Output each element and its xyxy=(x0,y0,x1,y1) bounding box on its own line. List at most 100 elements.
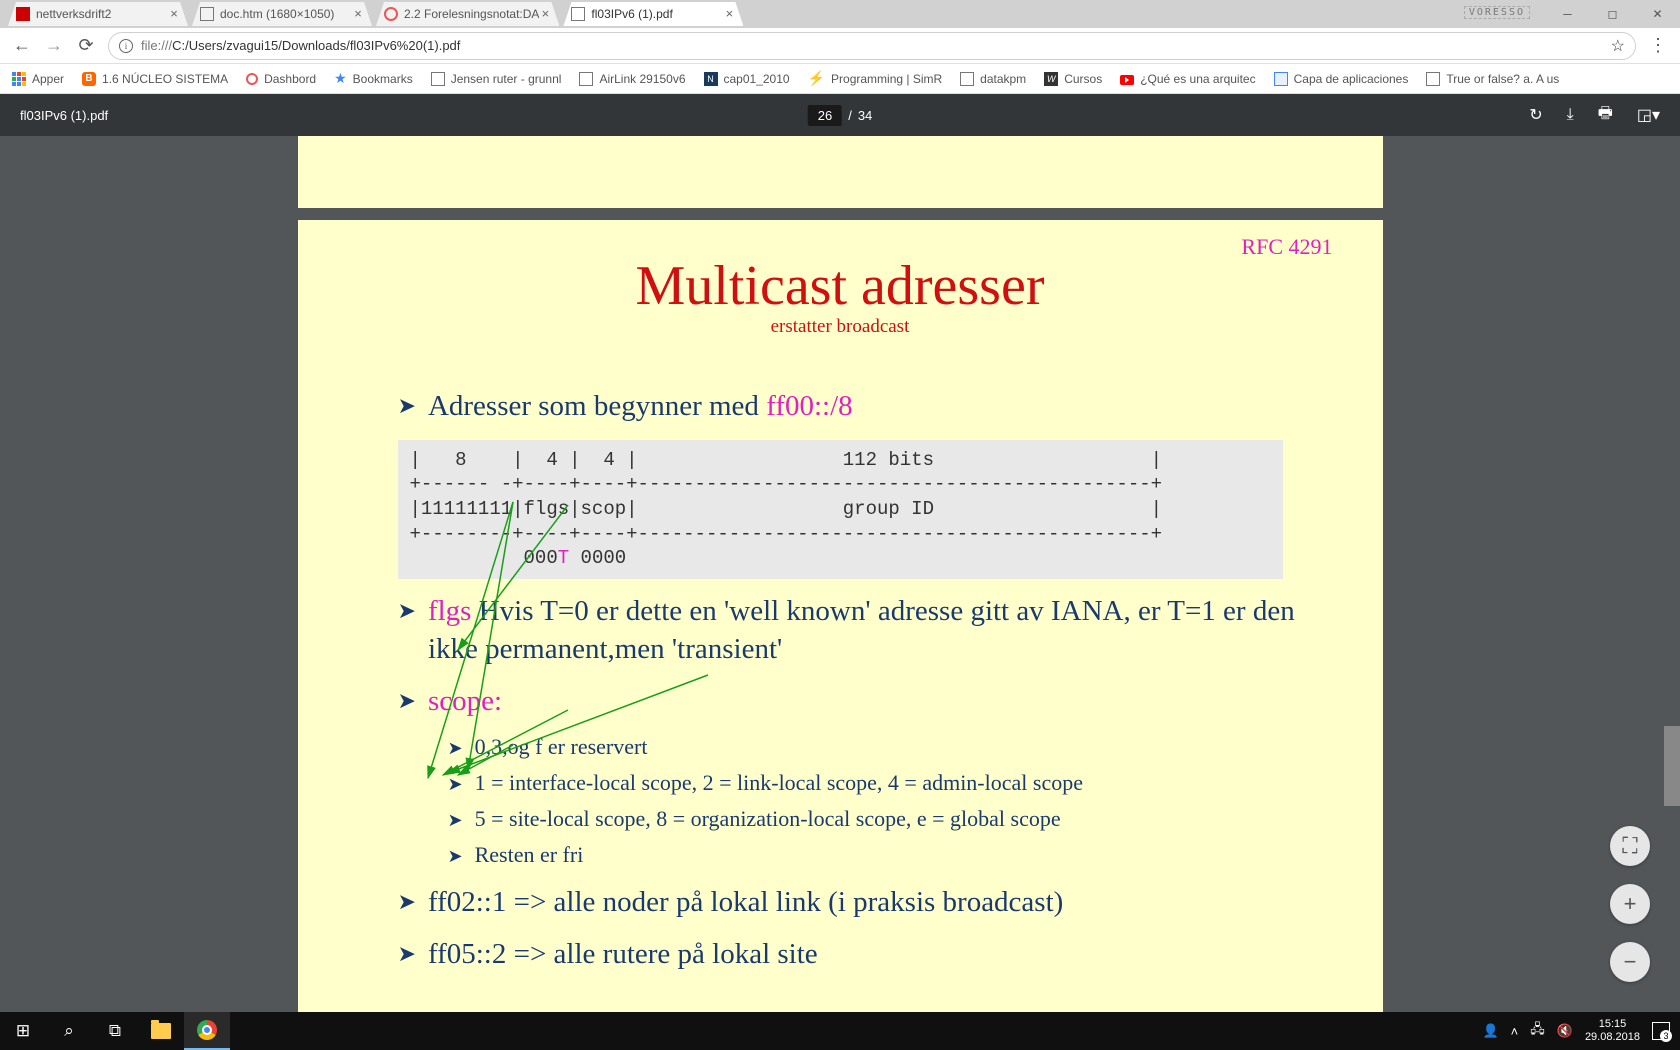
bookmark-item[interactable]: Dashbord xyxy=(246,72,316,86)
tray-chevron-icon[interactable]: ˄ xyxy=(1511,1024,1519,1039)
tab-favicon xyxy=(384,7,398,21)
tab-doc[interactable]: doc.htm (1680×1050) × xyxy=(192,2,372,26)
bullet-sub: ➤1 = interface-local scope, 2 = link-loc… xyxy=(448,770,1343,798)
previous-slide-edge xyxy=(298,136,1383,208)
pdf-content-area[interactable]: RFC 4291 Multicast adresser erstatter br… xyxy=(0,136,1680,1012)
close-icon[interactable]: × xyxy=(352,8,364,20)
scrollbar-thumb[interactable] xyxy=(1664,726,1680,806)
tab-nettverksdrift[interactable]: nettverksdrift2 × xyxy=(8,2,188,26)
w-icon: W xyxy=(1044,72,1058,86)
rfc-label: RFC 4291 xyxy=(1241,234,1332,260)
bullet-main: ➤ Adresser som begynner med ff00::/8 xyxy=(398,388,1343,426)
bookmark-item[interactable]: True or false? a. A us xyxy=(1426,72,1559,86)
close-window-button[interactable]: ✕ xyxy=(1635,0,1680,28)
close-icon[interactable]: × xyxy=(539,8,551,20)
print-icon[interactable]: 🖶 xyxy=(1598,102,1613,129)
apps-button[interactable]: Apper xyxy=(12,72,64,86)
doc-icon xyxy=(1426,72,1440,86)
notification-badge: 3 xyxy=(1660,1030,1672,1042)
chrome-taskbar-button[interactable] xyxy=(184,1012,230,1050)
bullet-arrow-icon: ➤ xyxy=(448,734,463,762)
zoom-in-button[interactable]: + xyxy=(1610,884,1650,924)
bookmark-item[interactable]: ¿Qué es una arquitec xyxy=(1120,72,1255,86)
tab-favicon xyxy=(16,7,30,21)
bookmark-item[interactable]: Jensen ruter - grunnl xyxy=(431,72,562,86)
tab-title: nettverksdrift2 xyxy=(36,7,168,21)
bullet-sub: ➤0,3,og f er reservert xyxy=(448,734,1343,762)
start-button[interactable]: ⊞ xyxy=(0,1012,46,1050)
tab-title: 2.2 Forelesningsnotat:DA xyxy=(404,7,539,21)
blogger-icon: B xyxy=(82,72,96,86)
download-icon[interactable]: ⤓ xyxy=(1567,106,1574,124)
address-bar[interactable]: i file:///C:/Users/zvagui15/Downloads/fl… xyxy=(108,32,1636,60)
youtube-icon xyxy=(1120,75,1134,85)
bullet-arrow-icon: ➤ xyxy=(398,936,416,972)
bullet-arrow-icon: ➤ xyxy=(448,806,463,834)
bookmark-item[interactable]: WCursos xyxy=(1044,72,1102,86)
bullet-main: ➤ ff02::1 => alle noder på lokal link (i… xyxy=(398,884,1343,922)
notifications-button[interactable]: 3 xyxy=(1652,1022,1670,1040)
info-icon[interactable]: i xyxy=(119,39,133,53)
bullet-main: ➤ scope: xyxy=(398,683,1343,721)
doc-icon xyxy=(579,72,593,86)
reload-button[interactable]: ⟳ xyxy=(76,35,96,56)
people-icon[interactable]: 👤 xyxy=(1482,1023,1498,1039)
bullet-arrow-icon: ➤ xyxy=(448,770,463,798)
file-explorer-button[interactable] xyxy=(138,1012,184,1050)
windows-taskbar: ⊞ ⌕ ⧉ 👤 ˄ 🖧 🔇 15:15 29.08.2018 3 xyxy=(0,1012,1680,1050)
volume-icon[interactable]: 🔇 xyxy=(1557,1023,1573,1039)
search-button[interactable]: ⌕ xyxy=(46,1012,92,1050)
bullet-main: ➤ flgs Hvis T=0 er dette en 'well known'… xyxy=(398,593,1343,668)
rotate-icon[interactable]: ↻ xyxy=(1529,105,1542,125)
doc-icon xyxy=(960,72,974,86)
dashbord-icon xyxy=(246,73,258,85)
bookmark-item[interactable]: Capa de aplicaciones xyxy=(1274,72,1409,86)
pdf-tools: ↻ ⤓ 🖶 ◲▾ xyxy=(1529,102,1660,129)
back-button[interactable]: ← xyxy=(12,35,32,56)
bullet-arrow-icon: ➤ xyxy=(398,593,416,629)
minimize-button[interactable]: ─ xyxy=(1545,0,1590,28)
ascii-diagram: | 8 | 4 | 4 | 112 bits | +------ -+----+… xyxy=(398,440,1283,579)
bookmarks-bar: Apper B1.6 NÚCLEO SISTEMA Dashbord ★Book… xyxy=(0,64,1680,94)
task-view-button[interactable]: ⧉ xyxy=(92,1012,138,1050)
tab-title: fl03IPv6 (1).pdf xyxy=(591,7,723,21)
close-icon[interactable]: × xyxy=(723,8,735,20)
chrome-menu-icon[interactable]: ⋮ xyxy=(1648,35,1668,56)
bullet-main: ➤ ff05::2 => alle rutere på lokal site xyxy=(398,936,1343,974)
bullet-sub: ➤5 = site-local scope, 8 = organization-… xyxy=(448,806,1343,834)
bookmark-star-icon[interactable]: ☆ xyxy=(1611,36,1625,56)
bookmark-item[interactable]: B1.6 NÚCLEO SISTEMA xyxy=(82,72,228,86)
s-icon: ⚡ xyxy=(808,70,825,87)
bullet-arrow-icon: ➤ xyxy=(398,388,416,424)
g-icon xyxy=(1274,72,1288,86)
vertical-scrollbar[interactable] xyxy=(1664,136,1680,1012)
bookmark-item[interactable]: Ncap01_2010 xyxy=(704,72,790,86)
doc-icon xyxy=(431,72,445,86)
bullet-sub: ➤Resten er fri xyxy=(448,842,1343,870)
bookmark-item[interactable]: datakpm xyxy=(960,72,1026,86)
bookmark-item[interactable]: AirLink 29150v6 xyxy=(579,72,685,86)
maximize-button[interactable]: ◻ xyxy=(1590,0,1635,28)
bookmark-item[interactable]: ★Bookmarks xyxy=(334,70,413,87)
tab-title: doc.htm (1680×1050) xyxy=(220,7,352,21)
network-icon[interactable]: 🖧 xyxy=(1530,1020,1545,1042)
bullet-arrow-icon: ➤ xyxy=(398,884,416,920)
apps-grid-icon xyxy=(12,72,26,86)
browser-tab-strip: nettverksdrift2 × doc.htm (1680×1050) × … xyxy=(0,0,1680,28)
clock[interactable]: 15:15 29.08.2018 xyxy=(1585,1018,1640,1044)
bookmark-item[interactable]: ⚡Programming | SimR xyxy=(808,70,943,87)
zoom-controls: ⛶ + − xyxy=(1610,826,1650,982)
close-icon[interactable]: × xyxy=(168,8,180,20)
pdf-current-page[interactable]: 26 xyxy=(808,105,842,126)
zoom-out-button[interactable]: − xyxy=(1610,942,1650,982)
system-tray: 👤 ˄ 🖧 🔇 15:15 29.08.2018 3 xyxy=(1482,1018,1680,1044)
tab-forelesning[interactable]: 2.2 Forelesningsnotat:DA × xyxy=(376,2,559,26)
bookmark-icon[interactable]: ◲▾ xyxy=(1637,105,1660,125)
forward-button[interactable]: → xyxy=(44,35,64,56)
bullet-arrow-icon: ➤ xyxy=(448,842,463,870)
fit-page-button[interactable]: ⛶ xyxy=(1610,826,1650,866)
slide-title: Multicast adresser xyxy=(338,254,1343,318)
navigation-bar: ← → ⟳ i file:///C:/Users/zvagui15/Downlo… xyxy=(0,28,1680,64)
tab-pdf-active[interactable]: fl03IPv6 (1).pdf × xyxy=(563,2,743,26)
pdf-viewer-toolbar: fl03IPv6 (1).pdf 26 / 34 ↻ ⤓ 🖶 ◲▾ xyxy=(0,94,1680,136)
